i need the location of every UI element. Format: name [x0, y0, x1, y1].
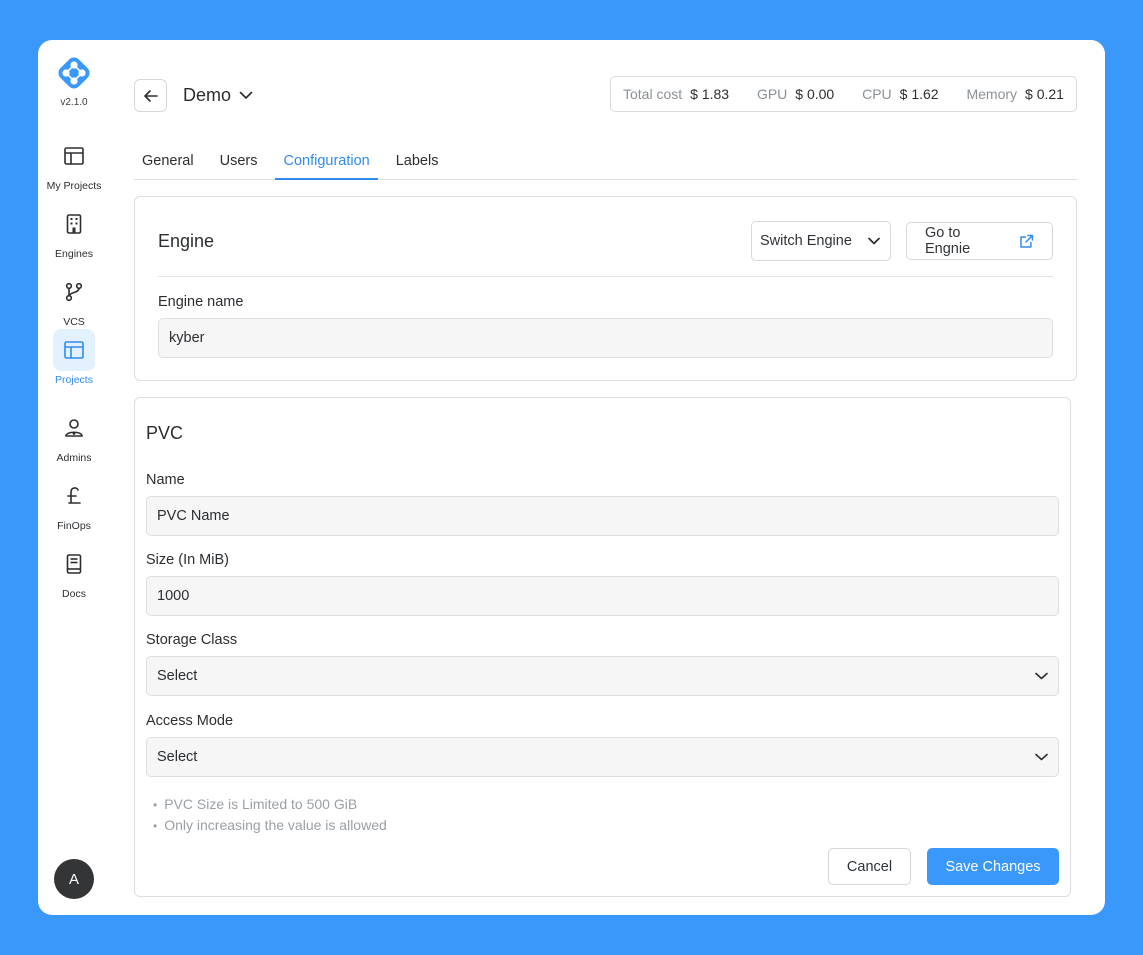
access-mode-label: Access Mode — [146, 713, 234, 729]
sidebar-item-label: My Projects — [46, 180, 102, 192]
chevron-down-icon — [868, 237, 880, 245]
engine-name-label: Engine name — [158, 294, 244, 310]
cost-cpu: CPU $ 1.62 — [862, 86, 939, 102]
pvc-size-label: Size (In MiB) — [146, 552, 229, 568]
pvc-name-field[interactable]: PVC Name — [146, 496, 1059, 536]
divider — [158, 276, 1053, 277]
pvc-title: PVC — [146, 423, 184, 443]
layout-icon — [64, 147, 84, 165]
sidebar-item-my-projects[interactable]: My Projects — [38, 135, 110, 197]
cost-summary: Total cost $ 1.83 GPU $ 0.00 CPU $ 1.62 … — [610, 76, 1077, 112]
note-item: PVC Size is Limited to 500 GiB — [153, 794, 387, 815]
go-to-engine-button[interactable]: Go to Engnie — [906, 222, 1053, 260]
external-link-icon — [1020, 234, 1034, 248]
storage-class-select[interactable]: Select — [146, 656, 1059, 696]
sidebar-item-label: Engines — [55, 248, 93, 260]
user-admin-icon — [65, 419, 83, 437]
tab-general[interactable]: General — [134, 142, 202, 180]
tab-configuration[interactable]: Configuration — [275, 142, 378, 180]
chevron-down-icon — [239, 91, 253, 99]
engine-title: Engine — [158, 231, 215, 251]
sidebar-item-admins[interactable]: Admins — [38, 407, 110, 469]
app-window: v2.1.0 My Projects Engines VCS Projects — [38, 40, 1105, 915]
layout-icon — [64, 341, 84, 359]
sidebar-item-vcs[interactable]: VCS — [38, 271, 110, 333]
pvc-size-field[interactable]: 1000 — [146, 576, 1059, 616]
engine-name-field[interactable]: kyber — [158, 318, 1053, 358]
cost-gpu: GPU $ 0.00 — [756, 86, 835, 102]
sidebar-item-projects[interactable]: Projects — [38, 329, 110, 391]
sidebar: v2.1.0 My Projects Engines VCS Projects — [38, 40, 110, 915]
pvc-name-label: Name — [146, 472, 185, 488]
tab-users[interactable]: Users — [212, 142, 266, 180]
arrow-left-icon — [143, 89, 158, 102]
project-selector[interactable]: Demo — [183, 85, 253, 106]
pound-icon — [67, 487, 81, 504]
pvc-card: PVC Name PVC Name Size (In MiB) 1000 Sto… — [134, 397, 1071, 897]
note-item: Only increasing the value is allowed — [153, 815, 387, 836]
sidebar-item-finops[interactable]: FinOps — [38, 475, 110, 537]
cost-memory: Memory $ 0.21 — [966, 86, 1064, 102]
engine-card: Engine Switch Engine Go to Engnie Engine… — [134, 196, 1077, 381]
sidebar-item-docs[interactable]: Docs — [38, 543, 110, 605]
sidebar-item-label: FinOps — [57, 520, 91, 532]
book-icon — [66, 554, 82, 574]
git-branch-icon — [65, 282, 83, 302]
sidebar-item-label: VCS — [63, 316, 85, 328]
logo-icon[interactable] — [55, 54, 93, 92]
tab-labels[interactable]: Labels — [388, 142, 447, 180]
sidebar-item-label: Docs — [62, 588, 86, 600]
sidebar-item-engines[interactable]: Engines — [38, 203, 110, 265]
cancel-button[interactable]: Cancel — [828, 848, 911, 885]
building-icon — [66, 214, 82, 234]
back-button[interactable] — [134, 79, 167, 112]
project-name: Demo — [183, 85, 232, 105]
save-changes-button[interactable]: Save Changes — [927, 848, 1059, 885]
sidebar-item-label: Projects — [55, 374, 93, 386]
switch-engine-button[interactable]: Switch Engine — [751, 221, 891, 261]
storage-class-label: Storage Class — [146, 632, 238, 648]
avatar[interactable]: A — [54, 859, 94, 899]
pvc-notes: PVC Size is Limited to 500 GiB Only incr… — [153, 794, 387, 836]
cost-total: Total cost $ 1.83 — [623, 86, 730, 102]
access-mode-select[interactable]: Select — [146, 737, 1059, 777]
chevron-down-icon — [1035, 753, 1048, 761]
app-version: v2.1.0 — [60, 97, 88, 108]
sidebar-item-label: Admins — [56, 452, 92, 464]
tab-bar: General Users Configuration Labels — [134, 142, 1077, 180]
chevron-down-icon — [1035, 672, 1048, 680]
